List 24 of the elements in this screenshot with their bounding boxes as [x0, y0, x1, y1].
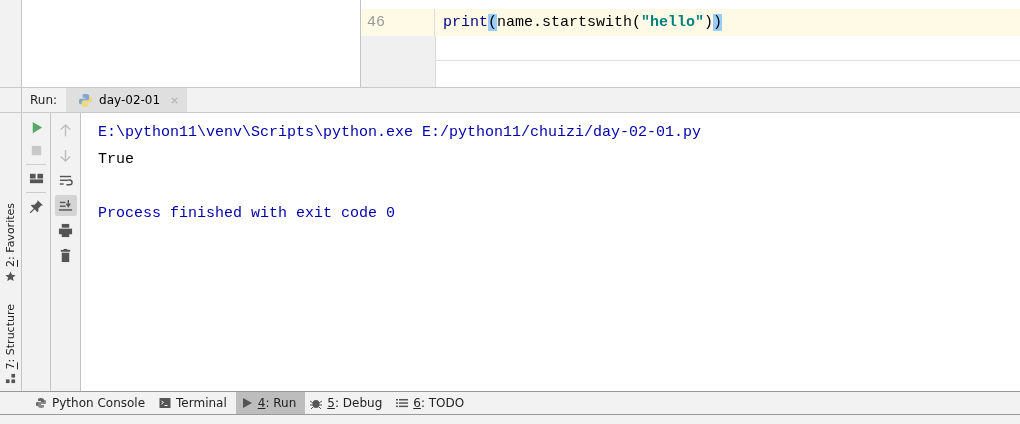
- tool-window-tab[interactable]: Python Console: [30, 392, 155, 414]
- pin-icon[interactable]: [28, 199, 44, 214]
- console-line: True: [98, 150, 135, 170]
- python-icon: [35, 397, 47, 409]
- code-line: print(name.startswith("hello")): [442, 14, 723, 31]
- tool-window-tab[interactable]: Terminal: [154, 392, 236, 414]
- tool-window-tab[interactable]: 5: Debug: [305, 392, 392, 414]
- star-icon: [5, 270, 16, 282]
- list-icon: [396, 397, 409, 409]
- tool-window-button[interactable]: 2: Favorites: [4, 203, 17, 282]
- scroll-to-end-icon[interactable]: [54, 195, 77, 216]
- tool-window-button[interactable]: 7: Structure: [4, 303, 17, 385]
- structure-icon: [5, 373, 16, 385]
- tool-window-tab[interactable]: 6: TODO: [391, 392, 474, 414]
- terminal-icon: [159, 397, 172, 409]
- python-icon: [78, 92, 94, 108]
- layout-icon[interactable]: [28, 171, 44, 186]
- console-line: E:\python11\venv\Scripts\python.exe E:/python11/chuizi/day-02-01.py: [98, 123, 703, 143]
- console-line: Process finished with exit code 0: [98, 204, 397, 224]
- bug-icon: [310, 397, 323, 409]
- run-tab[interactable]: day-02-01: [66, 88, 188, 112]
- tool-window-tab[interactable]: 4: Run: [235, 392, 306, 414]
- panel-label: Run:: [29, 93, 59, 107]
- play-icon: [240, 397, 253, 409]
